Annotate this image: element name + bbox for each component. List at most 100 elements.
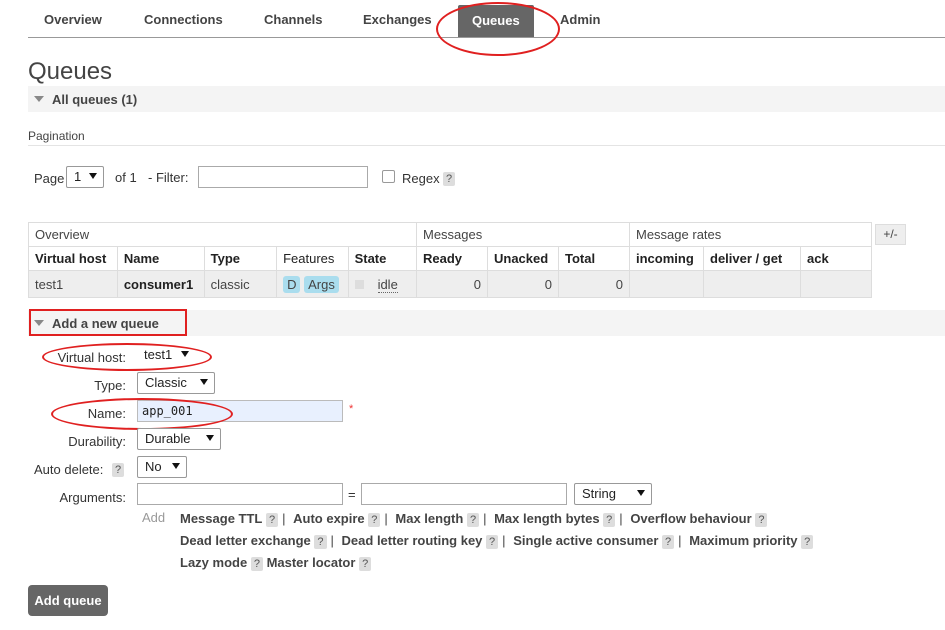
dropdown-arrow-icon — [206, 435, 214, 441]
type-select[interactable]: Classic — [137, 372, 215, 394]
arg-lazy-mode-link[interactable]: Lazy mode — [180, 555, 247, 570]
arg-single-active-consumer-link[interactable]: Single active consumer — [513, 533, 658, 548]
separator: | — [502, 533, 506, 548]
help-icon[interactable]: ? — [801, 535, 814, 549]
arg-dead-letter-routing-key-link[interactable]: Dead letter routing key — [342, 533, 483, 548]
page-label: Page — [34, 171, 65, 186]
separator: | — [483, 511, 487, 526]
divider — [28, 145, 945, 146]
col-deliver-get[interactable]: deliver / get — [703, 246, 801, 271]
annotation-virtual-host — [42, 343, 212, 371]
col-type[interactable]: Type — [203, 246, 278, 271]
tab-exchanges[interactable]: Exchanges — [363, 12, 432, 27]
arguments-label: Arguments: — [59, 490, 126, 505]
state-indicator-icon — [354, 279, 364, 289]
separator: | — [678, 533, 682, 548]
dropdown-arrow-icon — [637, 490, 645, 496]
feature-durable-badge: D — [283, 275, 301, 293]
tab-overview[interactable]: Overview — [44, 12, 102, 27]
type-label: Type: — [94, 378, 126, 393]
collapse-triangle-icon — [34, 96, 44, 102]
dropdown-arrow-icon — [172, 463, 180, 469]
cell-ready: 0 — [416, 270, 488, 298]
arg-max-length-bytes-link[interactable]: Max length bytes — [494, 511, 599, 526]
arg-maximum-priority-link[interactable]: Maximum priority — [689, 533, 797, 548]
col-unacked[interactable]: Unacked — [487, 246, 559, 271]
argument-shortcuts-row-1: Message TTL ? | Auto expire ? | Max length… — [180, 511, 768, 527]
cell-type: classic — [203, 270, 278, 298]
cell-queue-name-link[interactable]: consumer1 — [116, 270, 205, 298]
col-state[interactable]: State — [347, 246, 418, 271]
auto-delete-help-icon[interactable]: ? — [112, 463, 125, 477]
help-icon[interactable]: ? — [662, 535, 675, 549]
pagination-label: Pagination — [28, 129, 85, 143]
feature-args-badge: Args — [304, 275, 339, 293]
col-name[interactable]: Name — [116, 246, 205, 271]
regex-help-icon[interactable]: ? — [443, 172, 456, 186]
help-icon[interactable]: ? — [250, 557, 263, 571]
table-row[interactable]: test1 consumer1 classic D Args idle 0 0 … — [28, 270, 872, 298]
help-icon[interactable]: ? — [368, 513, 381, 527]
type-value: Classic — [145, 375, 187, 390]
all-queues-title: All queues (1) — [52, 92, 138, 107]
auto-delete-value: No — [145, 459, 162, 474]
col-ready[interactable]: Ready — [416, 246, 488, 271]
arg-max-length-link[interactable]: Max length — [395, 511, 463, 526]
arg-auto-expire-link[interactable]: Auto expire — [293, 511, 365, 526]
argument-type-value: String — [582, 486, 616, 501]
page-select[interactable]: 1 — [66, 166, 104, 188]
separator: | — [330, 533, 334, 548]
help-icon[interactable]: ? — [265, 513, 279, 527]
cell-deliver-get — [703, 270, 801, 298]
help-icon[interactable]: ? — [486, 535, 499, 549]
cell-unacked: 0 — [487, 270, 559, 298]
regex-label: Regex — [402, 171, 440, 186]
filter-label: - Filter: — [148, 170, 189, 185]
cell-vhost: test1 — [28, 270, 118, 298]
arg-message-ttl-link[interactable]: Message TTL — [180, 511, 262, 526]
annotation-add-queue — [29, 309, 187, 336]
annotation-name — [51, 398, 233, 430]
filter-input[interactable] — [198, 166, 368, 188]
cell-incoming — [629, 270, 704, 298]
page-title: Queues — [28, 58, 113, 85]
regex-checkbox[interactable] — [382, 170, 395, 183]
col-virtual-host[interactable]: Virtual host — [28, 246, 118, 271]
all-queues-section-header[interactable]: All queues (1) — [28, 86, 945, 112]
argument-type-select[interactable]: String — [574, 483, 652, 505]
separator: | — [282, 511, 286, 526]
help-icon[interactable]: ? — [603, 513, 616, 527]
arg-master-locator-link[interactable]: Master locator — [267, 555, 356, 570]
auto-delete-label: Auto delete: — [34, 462, 104, 477]
tab-channels[interactable]: Channels — [264, 12, 323, 27]
add-queue-button[interactable]: Add queue — [28, 585, 108, 616]
help-icon[interactable]: ? — [755, 513, 768, 527]
col-total[interactable]: Total — [558, 246, 630, 271]
annotation-queues-tab — [436, 2, 560, 56]
group-message-rates: Message rates — [629, 222, 872, 247]
equals-sign: = — [348, 487, 356, 502]
help-icon[interactable]: ? — [314, 535, 327, 549]
argument-value-input[interactable] — [361, 483, 567, 505]
tab-admin[interactable]: Admin — [560, 12, 600, 27]
durability-select[interactable]: Durable — [137, 428, 221, 450]
col-ack[interactable]: ack — [800, 246, 872, 271]
help-icon[interactable]: ? — [466, 513, 480, 527]
arg-overflow-behaviour-link[interactable]: Overflow behaviour — [630, 511, 751, 526]
arg-dead-letter-exchange-link[interactable]: Dead letter exchange — [180, 533, 311, 548]
state-text: idle — [377, 276, 398, 293]
argument-key-input[interactable] — [137, 483, 343, 505]
auto-delete-select[interactable]: No — [137, 456, 187, 478]
col-incoming[interactable]: incoming — [629, 246, 704, 271]
columns-toggle-button[interactable]: +/- — [875, 224, 906, 245]
add-argument-label: Add — [142, 510, 166, 525]
group-overview: Overview — [28, 222, 417, 247]
help-icon[interactable]: ? — [359, 557, 372, 571]
cell-state: idle — [347, 270, 418, 298]
dropdown-arrow-icon — [89, 173, 97, 179]
tab-connections[interactable]: Connections — [144, 12, 223, 27]
required-marker: * — [349, 403, 354, 415]
col-features: Features — [276, 246, 349, 271]
cell-total: 0 — [558, 270, 630, 298]
cell-ack — [800, 270, 872, 298]
